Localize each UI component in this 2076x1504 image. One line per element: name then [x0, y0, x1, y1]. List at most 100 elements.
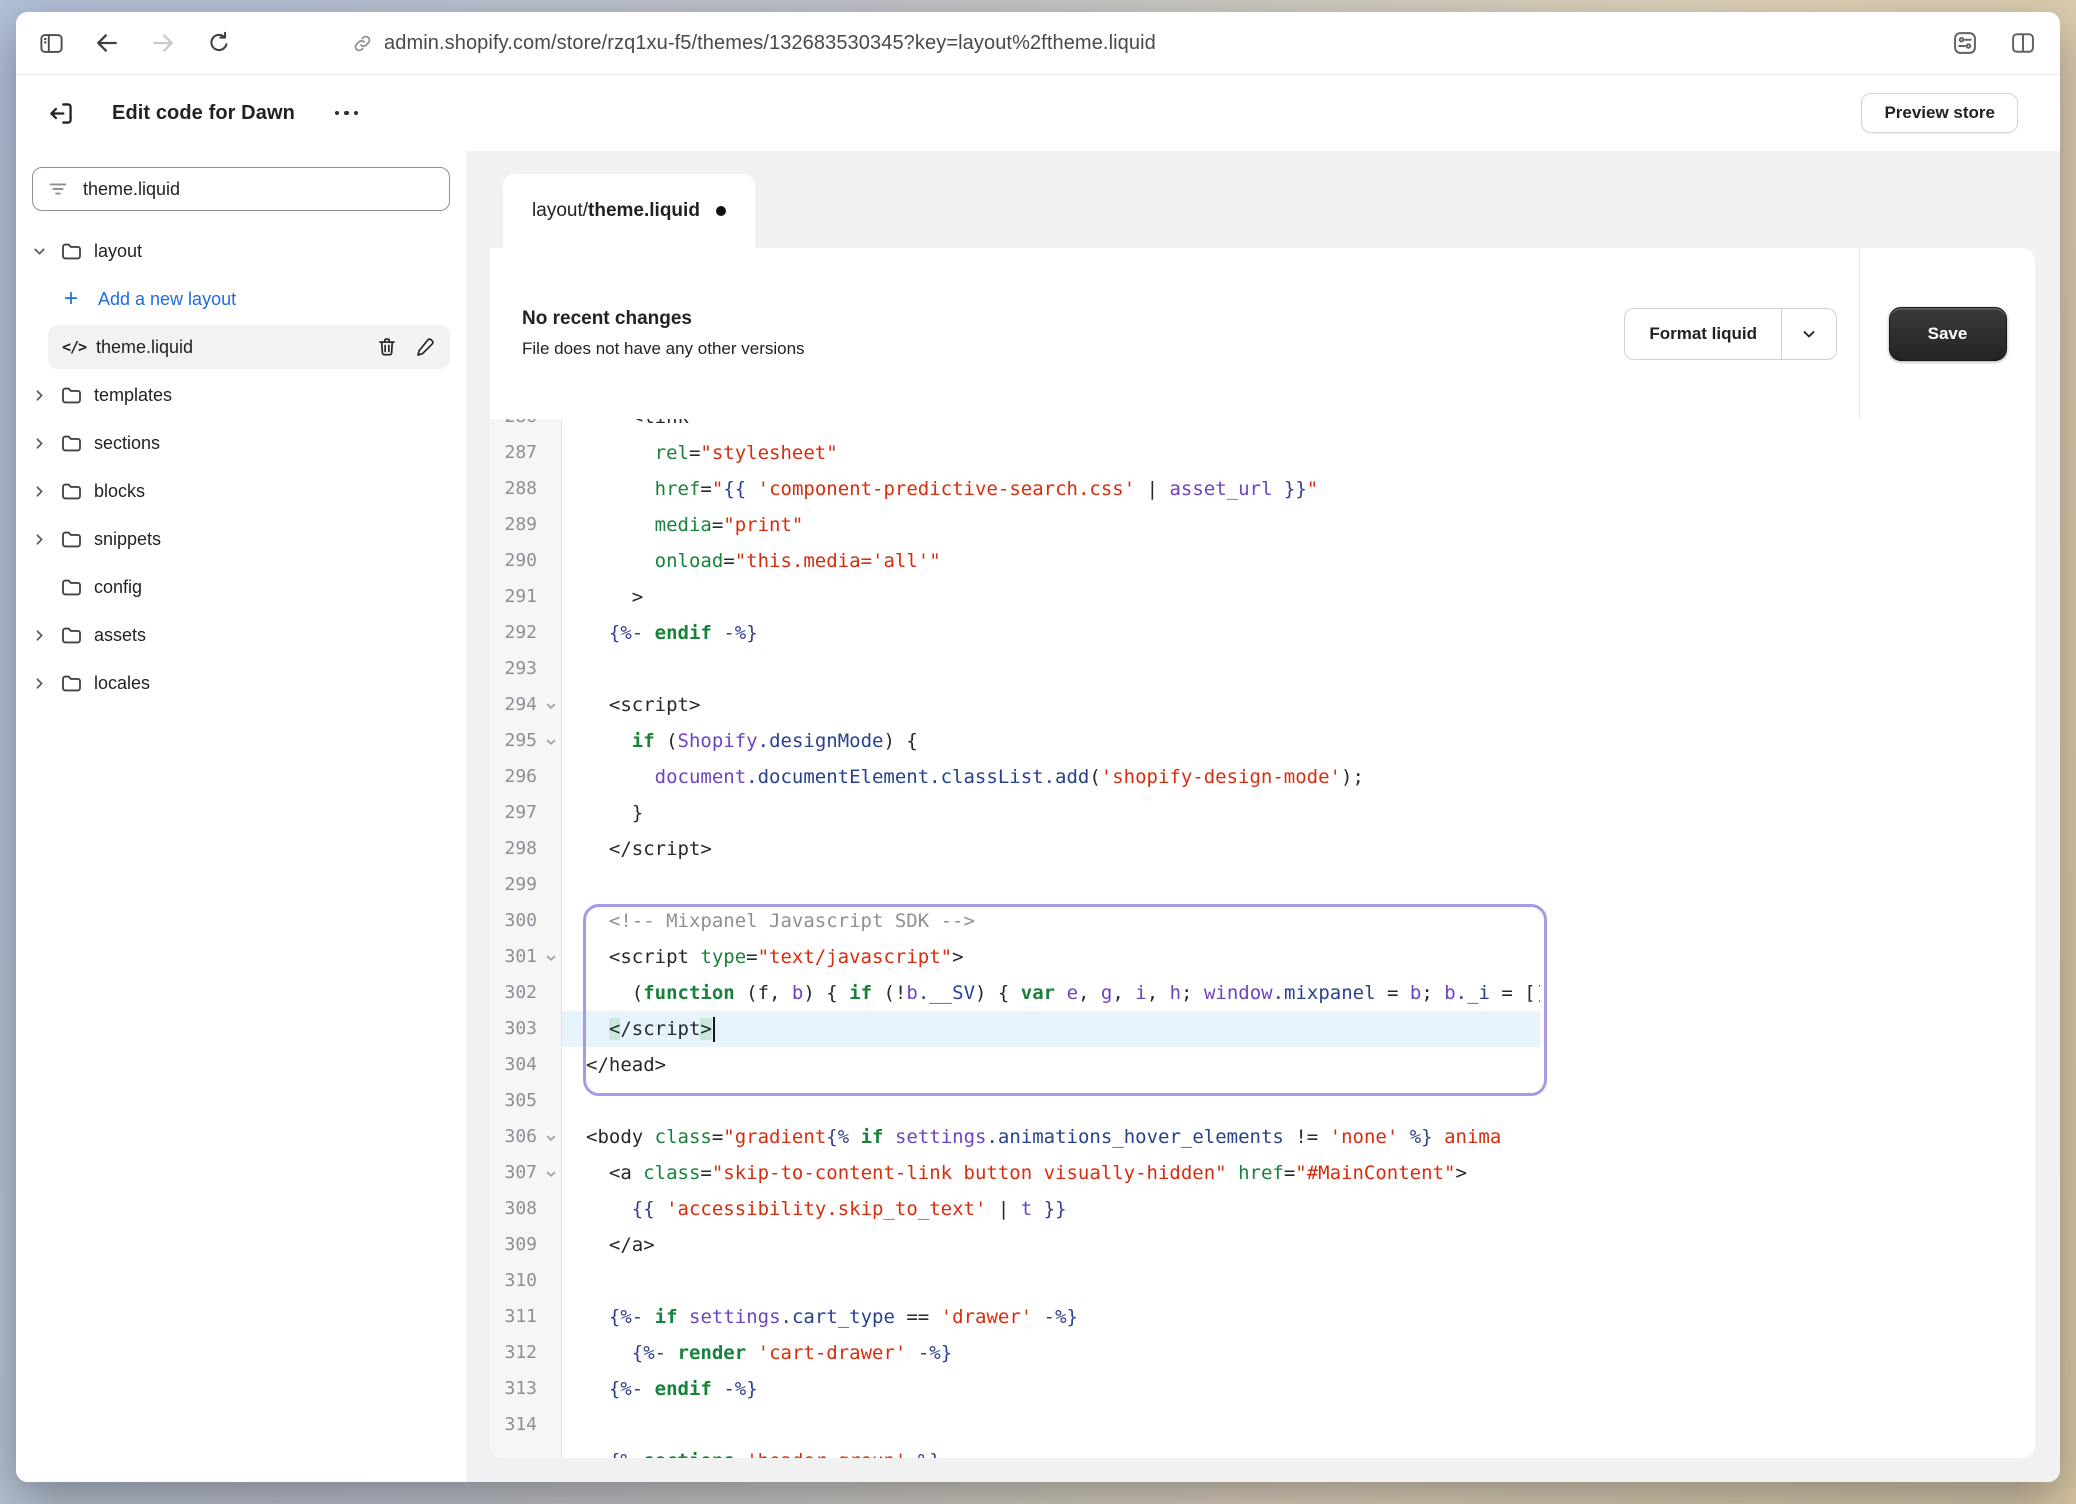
sidebar-item-snippets[interactable]: snippets — [16, 515, 466, 563]
line-number: 306 — [490, 1119, 562, 1155]
exit-icon[interactable] — [44, 96, 78, 130]
line-number: 289 — [490, 507, 562, 543]
save-button[interactable]: Save — [1889, 307, 2007, 361]
code-line[interactable]: 306<body class="gradient{% if settings.a… — [490, 1119, 2035, 1155]
chevron-right-icon[interactable] — [32, 388, 47, 403]
folder-label: layout — [94, 241, 142, 262]
code-line[interactable]: {% sections 'header-group' %} — [490, 1443, 2035, 1458]
tab-label: layout/theme.liquid — [532, 200, 700, 222]
version-status: No recent changes File does not have any… — [490, 308, 1624, 359]
code-line[interactable]: 293 — [490, 651, 2035, 687]
file-label: theme.liquid — [96, 337, 193, 358]
code-line[interactable]: 286 <link — [490, 419, 2035, 435]
code-line[interactable]: 300 <!-- Mixpanel Javascript SDK --> — [490, 903, 2035, 939]
code-line[interactable]: 314 — [490, 1407, 2035, 1443]
line-number: 295 — [490, 723, 562, 759]
content: layout + Add a new layout </> theme.liqu… — [16, 151, 2060, 1482]
trash-icon[interactable] — [376, 336, 398, 358]
chevron-down-icon[interactable] — [32, 244, 47, 259]
fold-chevron-icon[interactable] — [545, 1168, 557, 1180]
code-line[interactable]: 311 {%- if settings.cart_type == 'drawer… — [490, 1299, 2035, 1335]
fold-chevron-icon[interactable] — [545, 1132, 557, 1144]
sidebar-item-blocks[interactable]: blocks — [16, 467, 466, 515]
line-number: 314 — [490, 1407, 562, 1443]
status-subtitle: File does not have any other versions — [522, 339, 1624, 359]
fold-chevron-icon[interactable] — [545, 736, 557, 748]
line-number: 297 — [490, 795, 562, 831]
code-line[interactable]: 297 } — [490, 795, 2035, 831]
more-menu-icon[interactable] — [329, 101, 365, 126]
chevron-right-icon[interactable] — [32, 484, 47, 499]
sidebar-item-assets[interactable]: assets — [16, 611, 466, 659]
code-line[interactable]: 288 href="{{ 'component-predictive-searc… — [490, 471, 2035, 507]
line-number: 301 — [490, 939, 562, 975]
code-line[interactable]: 298 </script> — [490, 831, 2035, 867]
split-view-icon[interactable] — [2006, 26, 2040, 60]
sidebar-item-sections[interactable]: sections — [16, 419, 466, 467]
customize-icon[interactable] — [1948, 26, 1982, 60]
sidebar-item-layout[interactable]: layout — [16, 227, 466, 275]
preview-store-button[interactable]: Preview store — [1861, 93, 2018, 133]
code-editor[interactable]: 286 <link287 rel="stylesheet"288 href="{… — [490, 419, 2035, 1458]
code-line[interactable]: 291 > — [490, 579, 2035, 615]
chevron-down-icon[interactable] — [1781, 309, 1836, 359]
sidebar-toggle-icon[interactable] — [34, 26, 68, 60]
folder-icon — [60, 576, 83, 599]
chevron-right-icon[interactable] — [32, 436, 47, 451]
code-line[interactable]: 289 media="print" — [490, 507, 2035, 543]
code-line[interactable]: 302 (function (f, b) { if (!b.__SV) { va… — [490, 975, 2035, 1011]
link-icon — [352, 33, 373, 54]
pencil-icon[interactable] — [414, 336, 436, 358]
sidebar-item-theme-liquid[interactable]: </> theme.liquid — [48, 325, 450, 369]
folder-icon — [60, 480, 83, 503]
back-icon[interactable] — [90, 26, 124, 60]
format-liquid-button[interactable]: Format liquid — [1624, 308, 1837, 360]
url-text: admin.shopify.com/store/rzq1xu-f5/themes… — [384, 32, 1156, 55]
line-number: 290 — [490, 543, 562, 579]
folder-icon — [60, 672, 83, 695]
code-line[interactable]: 301 <script type="text/javascript"> — [490, 939, 2035, 975]
reload-icon[interactable] — [202, 26, 236, 60]
url-bar[interactable]: admin.shopify.com/store/rzq1xu-f5/themes… — [352, 12, 1156, 74]
line-number: 286 — [490, 419, 562, 435]
code-line[interactable]: 305 — [490, 1083, 2035, 1119]
code-line[interactable]: 312 {%- render 'cart-drawer' -%} — [490, 1335, 2035, 1371]
chevron-right-icon[interactable] — [32, 532, 47, 547]
chevron-right-icon[interactable] — [32, 628, 47, 643]
code-line[interactable]: 295 if (Shopify.designMode) { — [490, 723, 2035, 759]
code-line[interactable]: 313 {%- endif -%} — [490, 1371, 2035, 1407]
code-line[interactable]: 310 — [490, 1263, 2035, 1299]
code-line[interactable]: 304</head> — [490, 1047, 2035, 1083]
code-line[interactable]: 292 {%- endif -%} — [490, 615, 2035, 651]
code-line[interactable]: 303 </script> — [490, 1011, 2035, 1047]
line-number: 288 — [490, 471, 562, 507]
search-input[interactable] — [81, 178, 435, 201]
sidebar-item-templates[interactable]: templates — [16, 371, 466, 419]
code-line[interactable]: 299 — [490, 867, 2035, 903]
fold-chevron-icon[interactable] — [545, 952, 557, 964]
fold-chevron-icon[interactable] — [545, 700, 557, 712]
page-title: Edit code for Dawn — [112, 102, 295, 125]
line-number: 312 — [490, 1335, 562, 1371]
forward-icon[interactable] — [146, 26, 180, 60]
code-line[interactable]: 307 <a class="skip-to-content-link butto… — [490, 1155, 2035, 1191]
code-line[interactable]: 287 rel="stylesheet" — [490, 435, 2035, 471]
file-search[interactable] — [32, 167, 450, 211]
line-number — [490, 1443, 562, 1458]
folder-icon — [60, 528, 83, 551]
code-file-icon: </> — [62, 338, 96, 356]
line-number: 291 — [490, 579, 562, 615]
code-line[interactable]: 308 {{ 'accessibility.skip_to_text' | t … — [490, 1191, 2035, 1227]
code-line[interactable]: 294 <script> — [490, 687, 2035, 723]
code-line[interactable]: 290 onload="this.media='all'" — [490, 543, 2035, 579]
folder-icon — [60, 624, 83, 647]
add-new-layout-link[interactable]: + Add a new layout — [16, 275, 466, 323]
chevron-right-icon[interactable] — [32, 676, 47, 691]
folder-icon — [60, 240, 83, 263]
sidebar-item-locales[interactable]: locales — [16, 659, 466, 707]
code-line[interactable]: 309 </a> — [490, 1227, 2035, 1263]
sidebar-item-config[interactable]: config — [16, 563, 466, 611]
code-line[interactable]: 296 document.documentElement.classList.a… — [490, 759, 2035, 795]
tab-theme-liquid[interactable]: layout/theme.liquid — [503, 174, 755, 248]
line-number: 302 — [490, 975, 562, 1011]
